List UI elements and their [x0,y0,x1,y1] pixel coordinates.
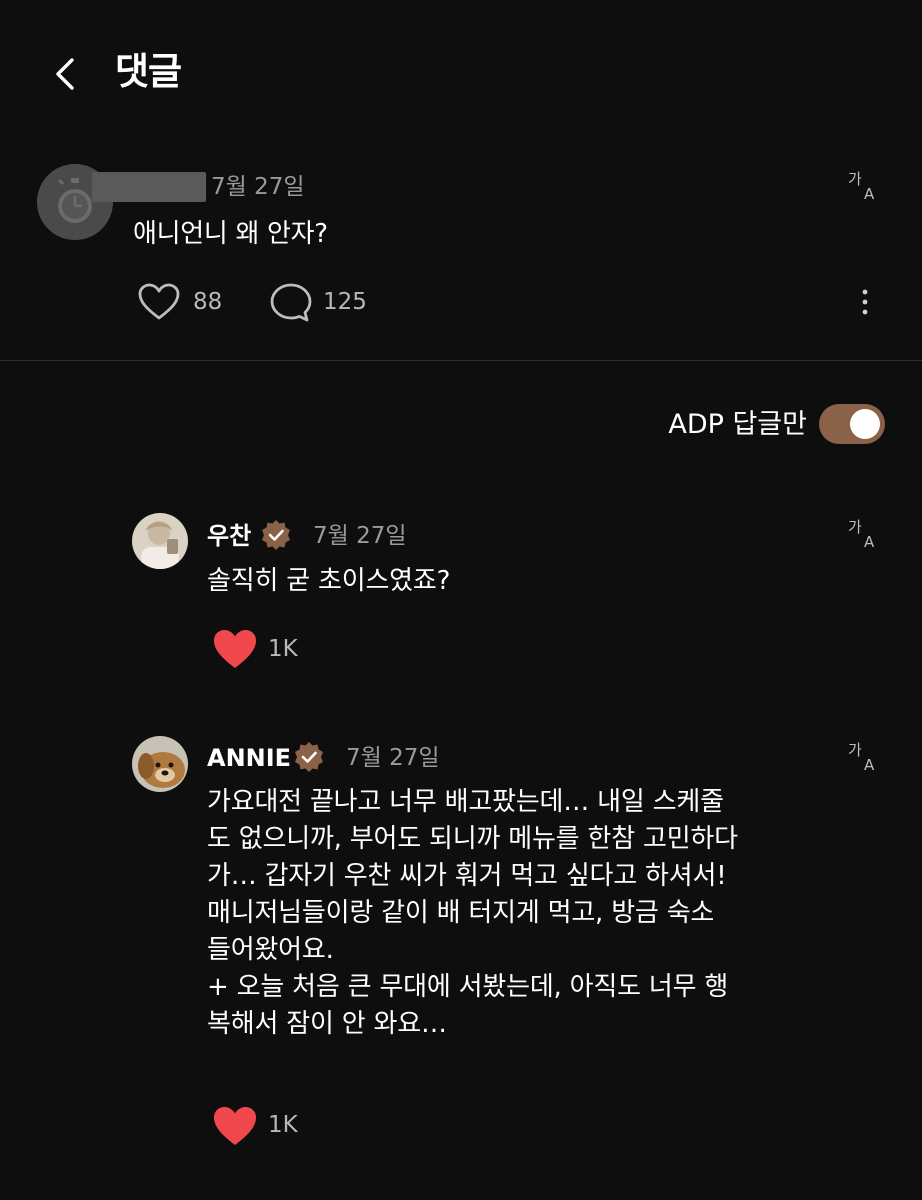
like-count: 1K [268,636,298,662]
page-title: 댓글 [115,50,182,93]
adp-replies-only-label: ADP 답글만 [668,409,807,440]
adp-replies-only-toggle[interactable] [819,404,885,444]
reply-bubble-icon[interactable] [269,282,313,324]
reply-author-name[interactable]: 우찬 [207,520,251,552]
heart-filled-icon[interactable] [211,627,259,671]
verified-badge-icon [262,520,290,550]
back-button[interactable] [40,48,92,100]
more-options-icon[interactable] [855,286,875,318]
comment-date: 7월 27일 [211,174,305,200]
reply-text-line: 들어왔어요. [207,935,334,965]
heart-filled-icon[interactable] [211,1104,259,1148]
toggle-knob [850,409,880,439]
reply-date: 7월 27일 [313,523,407,549]
svg-text:A: A [864,533,875,551]
reply-text-line: 도 없으니까, 부어도 되니까 메뉴를 한참 고민하다 [207,824,738,854]
reply-author-name[interactable]: ANNIE [207,742,291,774]
translate-icon[interactable]: 가 A [846,167,882,203]
verified-badge-icon [295,742,323,772]
svg-text:A: A [864,756,875,774]
reply-text: 가요대전 끝나고 너무 배고팠는데… 내일 스케줄 도 없으니까, 부어도 되니… [207,784,847,1043]
like-count: 88 [193,289,223,315]
svg-text:가: 가 [848,170,862,188]
avatar[interactable] [132,513,188,569]
reply-text-line: 복해서 잠이 안 와요… [207,1009,447,1039]
reply-text-line: 가… 갑자기 우찬 씨가 훠거 먹고 싶다고 하셔서! [207,861,727,891]
profile-photo [132,736,188,792]
profile-photo [132,513,188,569]
reply-text-line: + 오늘 처음 큰 무대에 서봤는데, 아직도 너무 행 [207,972,729,1002]
avatar[interactable] [132,736,188,792]
redacted-username [92,172,206,202]
chevron-left-icon [56,58,74,90]
reply-text: 솔직히 굳 초이스였죠? [207,563,450,600]
translate-icon[interactable]: 가 A [846,515,882,551]
section-divider [0,360,922,361]
like-count: 1K [268,1112,298,1138]
svg-text:가: 가 [848,741,862,759]
translate-icon[interactable]: 가 A [846,738,882,774]
svg-text:가: 가 [848,518,862,536]
reply-date: 7월 27일 [346,745,440,771]
comment-text: 애니언니 왜 안자? [133,219,328,249]
reply-text-line: 가요대전 끝나고 너무 배고팠는데… 내일 스케줄 [207,787,724,817]
svg-text:A: A [864,185,875,203]
reply-text-line: 솔직히 굳 초이스였죠? [207,566,451,596]
reply-text-line: 매니저님들이랑 같이 배 터지게 먹고, 방금 숙소 [207,898,715,928]
reply-count: 125 [323,289,367,315]
heart-outline-icon[interactable] [137,282,181,322]
